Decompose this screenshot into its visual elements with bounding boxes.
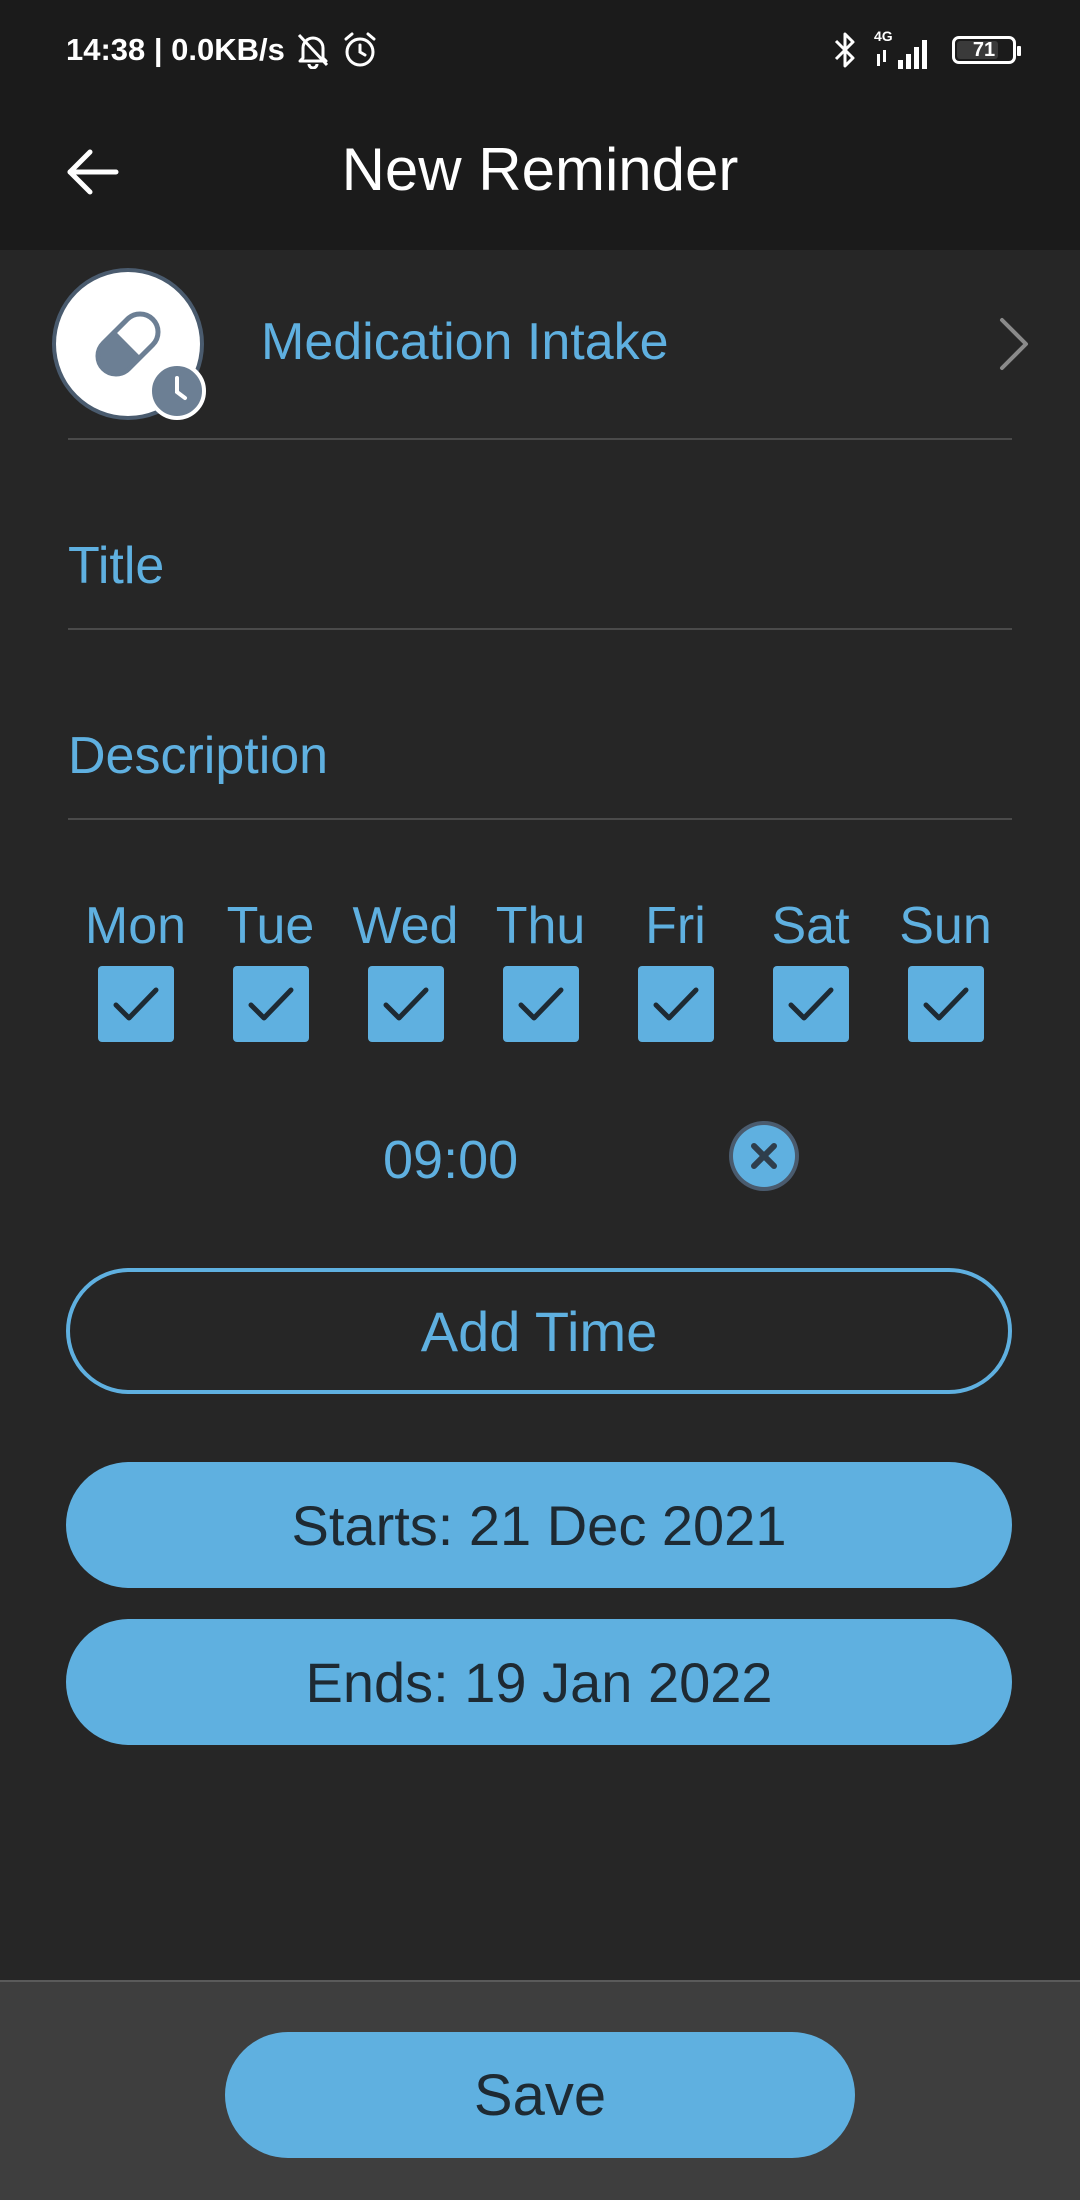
close-icon xyxy=(751,1143,777,1169)
description-input[interactable] xyxy=(68,716,1012,796)
battery-icon: 71 xyxy=(952,36,1021,64)
status-time-speed: 14:38 | 0.0KB/s xyxy=(66,32,285,67)
day-checkbox[interactable] xyxy=(907,966,984,1042)
check-icon xyxy=(653,987,698,1021)
pill-clock-icon xyxy=(56,272,206,420)
check-icon xyxy=(518,987,563,1021)
add-time-button[interactable]: Add Time xyxy=(66,1268,1012,1394)
divider xyxy=(68,438,1012,440)
bottom-bar: Save xyxy=(0,1980,1080,2200)
alarm-icon xyxy=(344,32,376,67)
check-icon xyxy=(383,987,428,1021)
day-wed[interactable]: Wed xyxy=(338,896,473,1047)
day-checkbox[interactable] xyxy=(502,966,579,1042)
day-label: Mon xyxy=(84,897,187,955)
day-checkbox[interactable] xyxy=(232,966,309,1042)
remove-time-button[interactable] xyxy=(733,1125,795,1187)
page-title: New Reminder xyxy=(341,136,739,203)
day-label: Fri xyxy=(645,897,706,955)
check-icon xyxy=(923,987,968,1021)
category-selector[interactable]: Medication Intake xyxy=(56,268,1036,440)
time-value[interactable]: 09:00 xyxy=(383,1124,518,1196)
day-label: Wed xyxy=(352,897,459,955)
time-entry: 09:00 xyxy=(0,1120,1080,1200)
save-button[interactable]: Save xyxy=(225,2032,855,2158)
check-icon xyxy=(248,987,293,1021)
divider xyxy=(68,818,1012,820)
weekday-selector: Mon Tue Wed Thu Fri Sat Sun xyxy=(68,896,1012,1056)
title-input[interactable] xyxy=(68,526,1012,606)
signal-icon: 4G xyxy=(874,28,936,72)
day-sun[interactable]: Sun xyxy=(878,896,1013,1047)
day-sat[interactable]: Sat xyxy=(743,896,878,1047)
bluetooth-icon xyxy=(834,32,855,68)
battery-level: 71 xyxy=(972,38,996,61)
day-tue[interactable]: Tue xyxy=(203,896,338,1047)
end-date-button[interactable]: Ends: 19 Jan 2022 xyxy=(66,1619,1012,1745)
divider xyxy=(68,628,1012,630)
chevron-right-icon xyxy=(1000,318,1028,370)
day-label: Sun xyxy=(899,897,992,955)
day-mon[interactable]: Mon xyxy=(68,896,203,1047)
check-icon xyxy=(113,987,158,1021)
day-thu[interactable]: Thu xyxy=(473,896,608,1047)
category-label: Medication Intake xyxy=(261,313,669,371)
check-icon xyxy=(788,987,833,1021)
day-fri[interactable]: Fri xyxy=(608,896,743,1047)
day-label: Thu xyxy=(495,897,586,955)
app-bar: New Reminder xyxy=(0,100,1080,250)
status-left: 14:38 | 0.0KB/s xyxy=(66,28,379,72)
start-date-button[interactable]: Starts: 21 Dec 2021 xyxy=(66,1462,1012,1588)
mute-bell-icon xyxy=(297,33,329,69)
day-checkbox[interactable] xyxy=(97,966,174,1042)
day-label: Tue xyxy=(226,897,315,955)
status-right: 4G 71 xyxy=(816,24,1021,76)
day-checkbox[interactable] xyxy=(772,966,849,1042)
day-checkbox[interactable] xyxy=(637,966,714,1042)
clock-badge-icon xyxy=(148,362,206,420)
day-checkbox[interactable] xyxy=(367,966,444,1042)
status-bar: 14:38 | 0.0KB/s 4G 71 xyxy=(0,0,1080,100)
day-label: Sat xyxy=(771,897,850,955)
